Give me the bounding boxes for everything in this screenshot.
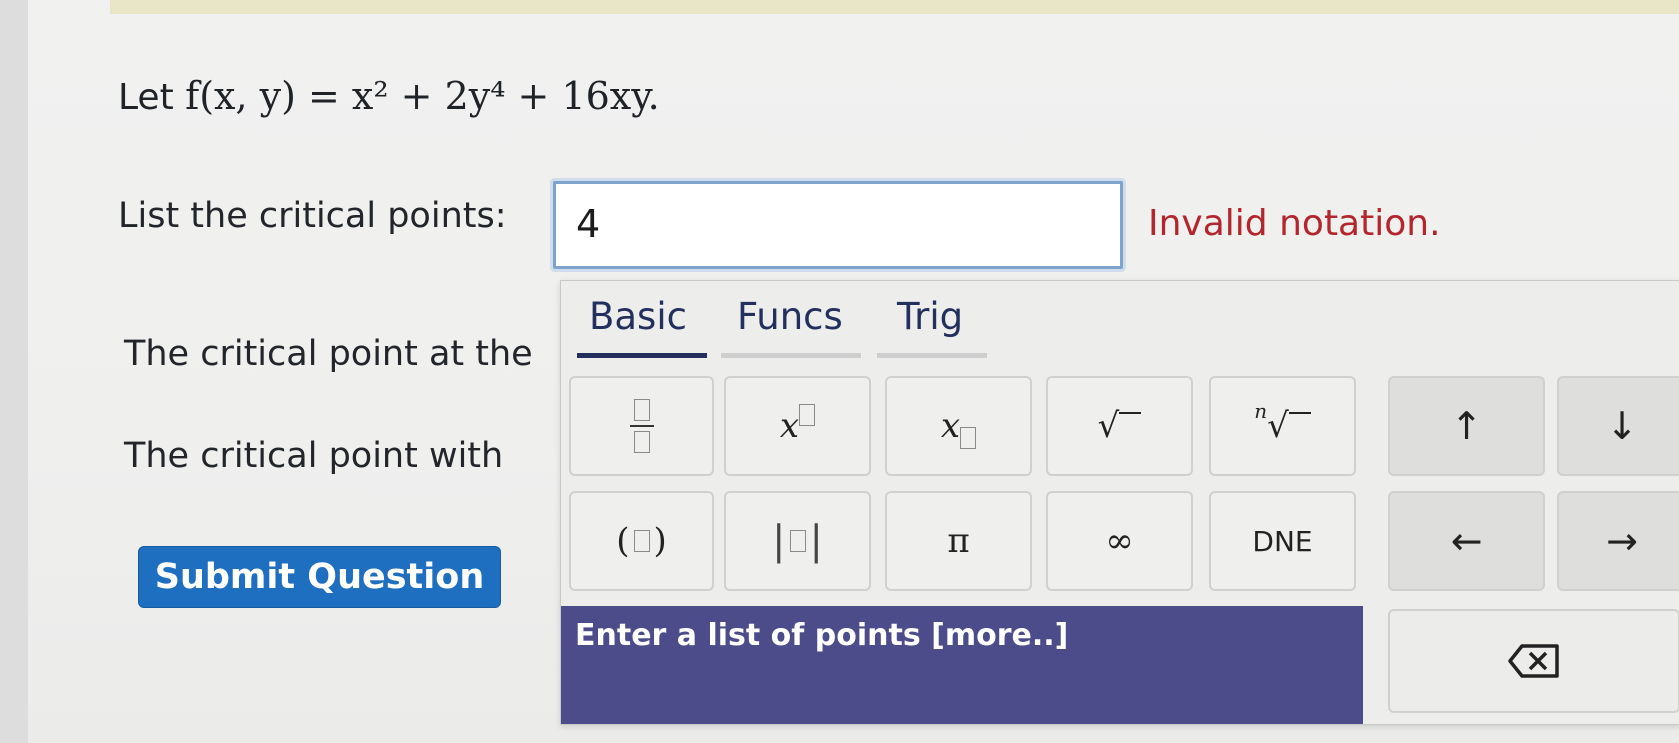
tab-basic-indicator [577,353,707,358]
backspace-key[interactable] [1388,609,1679,713]
arrow-down-icon: ↓ [1606,404,1638,448]
invalid-notation-message: Invalid notation. [1148,203,1441,244]
pi-key[interactable]: π [885,491,1032,591]
critical-points-label: List the critical points: [118,196,507,236]
left-margin [0,0,28,743]
arrow-left-icon: ← [1450,519,1483,563]
arrow-up-icon: ↑ [1450,404,1483,448]
backspace-icon [1508,644,1559,678]
problem-prefix: Let [118,77,174,118]
critical-point-row-1-label: The critical point at the [124,334,533,374]
problem-statement: Let f(x, y) = x² + 2y⁴ + 16xy. [118,74,660,118]
dne-label: DNE [1252,524,1313,558]
subscript-key[interactable]: x [885,376,1032,476]
nth-root-icon: √ [1267,406,1289,446]
tab-basic[interactable]: Basic [589,295,687,338]
parentheses-key[interactable]: ( ) [569,491,714,591]
abs-right-bar-icon: | [809,518,823,564]
power-exponent-box-icon [799,404,816,426]
math-keypad: Basic Funcs Trig x x √ n √ ↑ ↓ ( ) | | π… [560,280,1679,725]
critical-points-input[interactable]: 4 [553,181,1123,269]
dne-key[interactable]: DNE [1209,491,1356,591]
pi-icon: π [947,521,970,561]
power-key[interactable]: x [724,376,871,476]
tab-funcs[interactable]: Funcs [737,295,843,338]
subscript-base: x [940,406,961,446]
cursor-up-key[interactable]: ↑ [1388,376,1545,476]
nth-root-vinculum-icon [1288,412,1311,414]
infinity-key[interactable]: ∞ [1046,491,1193,591]
nth-root-key[interactable]: n √ [1209,376,1356,476]
fraction-icon [629,399,654,453]
paren-open-icon: ( [616,521,630,561]
sqrt-key[interactable]: √ [1046,376,1193,476]
help-more-link[interactable]: Enter a list of points [more..] [575,618,1068,653]
top-highlight-band [110,0,1679,14]
paren-close-icon: ) [653,521,667,561]
fraction-key[interactable] [569,376,714,476]
cursor-right-key[interactable]: → [1557,491,1679,591]
submit-question-button[interactable]: Submit Question [138,546,501,608]
arrow-right-icon: → [1606,519,1638,563]
tab-trig-indicator [877,353,987,358]
tab-funcs-indicator [721,353,861,358]
critical-points-input-value: 4 [576,202,601,246]
keypad-help-bar: Enter a list of points [more..] [561,606,1363,724]
absolute-value-key[interactable]: | | [724,491,871,591]
problem-function: f(x, y) = x² + 2y⁴ + 16xy. [185,74,660,118]
nth-root-index: n [1254,399,1268,423]
power-base: x [779,406,800,446]
critical-point-row-2-label: The critical point with [124,436,504,476]
sqrt-vinculum-icon [1119,412,1142,414]
abs-box-icon [789,530,806,552]
paren-box-icon [633,530,650,552]
infinity-icon: ∞ [1105,521,1134,561]
cursor-left-key[interactable]: ← [1388,491,1545,591]
subscript-box-icon [960,427,977,449]
tab-trig[interactable]: Trig [897,295,963,338]
sqrt-icon: √ [1097,406,1120,446]
abs-left-bar-icon: | [772,518,786,564]
cursor-down-key[interactable]: ↓ [1557,376,1679,476]
